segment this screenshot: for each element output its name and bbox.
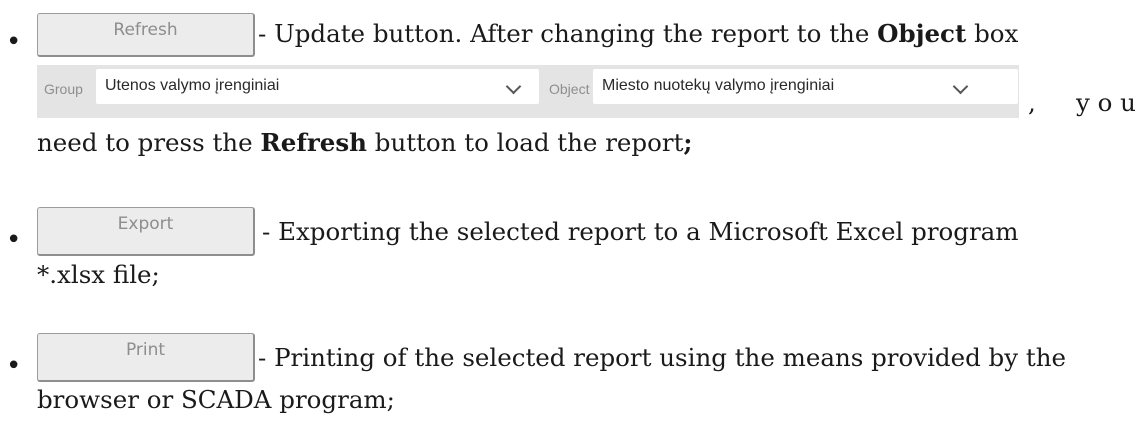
print-button[interactable]: Print bbox=[37, 333, 255, 382]
group-label: Group bbox=[44, 81, 83, 97]
line2-text-end: button to load the report bbox=[374, 128, 684, 157]
refresh-desc-text: - Update button. After changing the repo… bbox=[258, 19, 870, 48]
bullet: • bbox=[6, 225, 22, 255]
export-description-cont: *.xlsx file; bbox=[37, 260, 160, 289]
line2-semicolon: ; bbox=[683, 128, 693, 157]
comma: , bbox=[1028, 88, 1036, 117]
object-bold: Object bbox=[877, 19, 967, 48]
object-select-value: Miesto nuotekų valymo įrenginiai bbox=[602, 77, 835, 94]
export-description: - Exporting the selected report to a Mic… bbox=[262, 217, 1019, 246]
bullet: • bbox=[6, 27, 22, 57]
object-label: Object bbox=[549, 81, 590, 97]
chevron-down-icon bbox=[505, 78, 522, 95]
object-select[interactable]: Miesto nuotekų valymo įrenginiai bbox=[593, 69, 1018, 104]
print-description-cont: browser or SCADA program; bbox=[37, 385, 395, 414]
print-description: - Printing of the selected report using … bbox=[258, 343, 1066, 372]
bullet: • bbox=[6, 351, 22, 381]
filter-toolbar: Group Utenos valymo įrenginiai Object Mi… bbox=[37, 65, 1019, 118]
refresh-description-line2: need to press the Refresh button to load… bbox=[37, 128, 692, 157]
group-select-value: Utenos valymo įrenginiai bbox=[105, 77, 280, 94]
document-page: • Refresh - Update button. After changin… bbox=[0, 0, 1145, 432]
chevron-down-icon bbox=[952, 78, 969, 95]
line2-text: need to press the bbox=[37, 128, 253, 157]
you-text: y o u bbox=[1076, 88, 1136, 117]
group-select[interactable]: Utenos valymo įrenginiai bbox=[96, 69, 539, 104]
refresh-desc-end: box bbox=[974, 19, 1019, 48]
refresh-bold: Refresh bbox=[260, 128, 367, 157]
export-button[interactable]: Export bbox=[37, 207, 255, 256]
refresh-description: - Update button. After changing the repo… bbox=[258, 19, 1018, 48]
refresh-button[interactable]: Refresh bbox=[37, 13, 255, 57]
